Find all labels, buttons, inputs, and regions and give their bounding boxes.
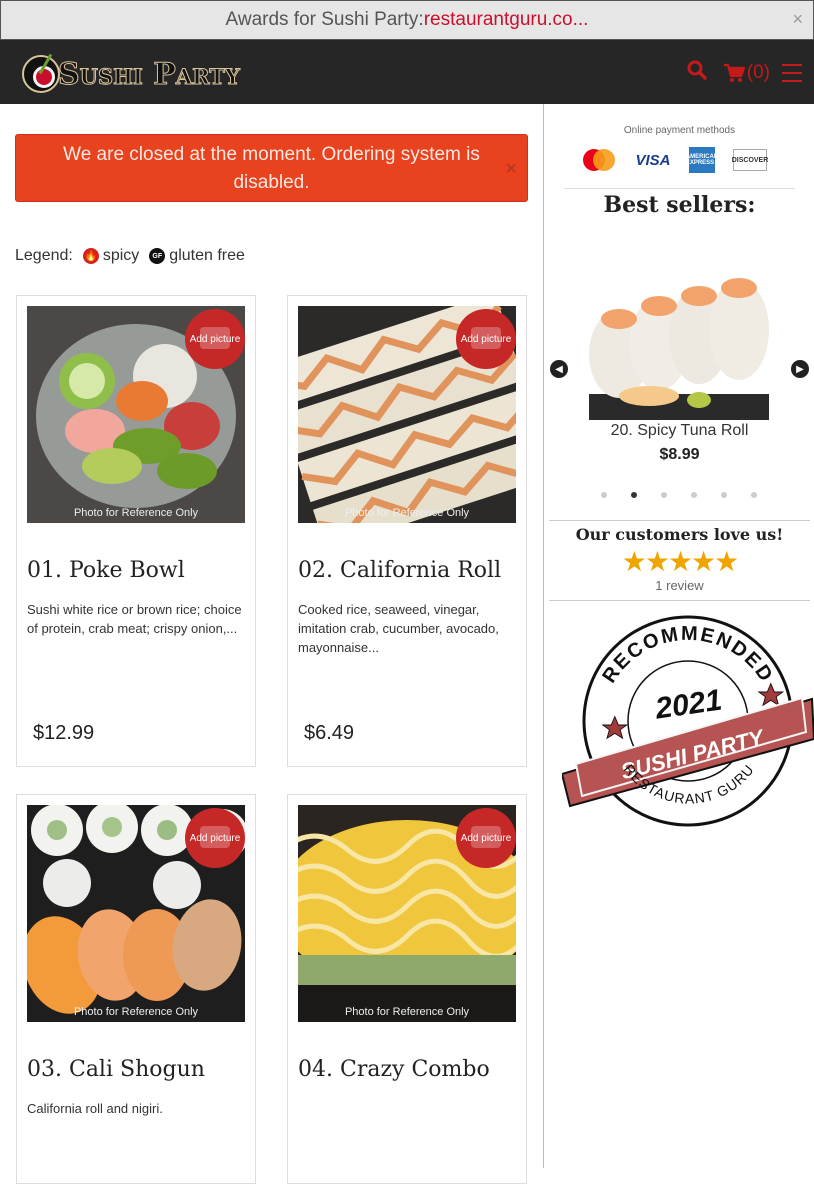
product-photo: Add picture Photo for Reference Only (27, 805, 245, 1022)
discover-icon: DISCOVER (732, 149, 768, 171)
site-header: Sushi Party (0) (0, 40, 814, 104)
product-card[interactable]: Add picture Photo for Reference Only 01.… (16, 295, 256, 767)
best-sellers-carousel: 20. Spicy Tuna Roll $8.99 ◀ ▶ (549, 230, 810, 509)
visa-icon: VISA (635, 151, 671, 169)
product-card[interactable]: Add picture Photo for Reference Only 04.… (287, 794, 527, 1184)
reference-note: Photo for Reference Only (73, 507, 199, 519)
restaurant-guru-badge[interactable]: RECOMMENDED 2021 SUSHI PARTY RESTAURANT … (560, 614, 814, 834)
divider (549, 520, 810, 521)
menu-icon[interactable] (782, 64, 802, 82)
best-sellers-title: Best sellers: (603, 192, 756, 218)
reviews-title: Our customers love us! (575, 525, 784, 544)
product-title[interactable]: 02. California Roll (298, 558, 501, 583)
product-price: $12.99 (33, 722, 95, 744)
add-picture-button[interactable]: Add picture (456, 808, 516, 868)
amex-icon: AMERICAN EXPRESS (686, 147, 718, 173)
product-description: Sushi white rice or brown rice; choice o… (27, 602, 242, 636)
legend: Legend: 🔥 spicy GF gluten free (15, 247, 245, 265)
mastercard-icon (581, 148, 617, 172)
award-text: Awards for Sushi Party: (225, 9, 424, 30)
logo-text: Sushi Party (58, 56, 241, 92)
reference-note: Photo for Reference Only (73, 1006, 199, 1018)
product-description: Cooked rice, seaweed, vinegar, imitation… (298, 602, 499, 655)
product-card[interactable]: Add picture Photo for Reference Only 02.… (287, 295, 527, 767)
logo[interactable]: Sushi Party (22, 54, 240, 94)
gluten-free-icon: GF (149, 248, 166, 264)
divider (564, 188, 795, 189)
flame-icon: 🔥 (82, 248, 99, 264)
review-count[interactable]: 1 review (544, 578, 814, 593)
search-icon[interactable] (687, 60, 707, 86)
award-banner: Awards for Sushi Party: restaurantguru.co… (0, 0, 814, 40)
product-photo: Add picture Photo for Reference Only (298, 306, 516, 523)
payment-methods-label: Online payment methods (623, 125, 736, 136)
award-link[interactable]: restaurantguru.co... (424, 9, 589, 31)
carousel-item-price: $8.99 (659, 446, 700, 463)
product-description: California roll and nigiri. (27, 1101, 163, 1116)
product-title[interactable]: 03. Cali Shogun (27, 1057, 205, 1082)
carousel-dot[interactable] (721, 492, 727, 498)
carousel-dot[interactable] (751, 492, 757, 498)
carousel-prev-button[interactable]: ◀ (550, 360, 568, 378)
star-rating: ★★★★★ (621, 546, 740, 577)
add-picture-button[interactable]: Add picture (185, 309, 245, 369)
legend-spicy: spicy (102, 247, 140, 264)
cart-icon (723, 63, 745, 82)
carousel-item-name[interactable]: 20. Spicy Tuna Roll (549, 422, 810, 440)
add-picture-button[interactable]: Add picture (456, 309, 516, 369)
divider (549, 600, 810, 601)
product-title[interactable]: 01. Poke Bowl (27, 558, 185, 583)
carousel-next-button[interactable]: ▶ (791, 360, 809, 378)
product-price: $6.49 (304, 722, 355, 744)
payment-methods: VISA AMERICAN EXPRESS DISCOVER (581, 147, 785, 173)
carousel-dot[interactable] (661, 492, 667, 498)
product-title[interactable]: 04. Crazy Combo (298, 1057, 490, 1082)
legend-gluten-free: gluten free (169, 247, 245, 264)
logo-icon (22, 55, 60, 93)
carousel-dots (601, 492, 781, 498)
product-card[interactable]: Add picture Photo for Reference Only 03.… (16, 794, 256, 1184)
closed-alert: We are closed at the moment. Ordering sy… (15, 134, 528, 202)
closed-alert-text: We are closed at the moment. Ordering sy… (63, 144, 480, 193)
carousel-item-photo[interactable] (589, 244, 769, 420)
add-picture-button[interactable]: Add picture (185, 808, 245, 868)
carousel-dot[interactable] (601, 492, 607, 498)
product-photo: Add picture Photo for Reference Only (27, 306, 245, 523)
menu-column: We are closed at the moment. Ordering sy… (0, 104, 543, 1184)
cart-button[interactable]: (0) (723, 62, 770, 84)
sidebar: Online payment methods VISA AMERICAN EXP… (543, 104, 814, 1168)
award-close-button[interactable]: × (792, 9, 803, 30)
reference-note: Photo for Reference Only (344, 1006, 470, 1018)
reference-note: Photo for Reference Only (344, 507, 470, 519)
carousel-dot[interactable] (631, 492, 637, 498)
cart-count: (0) (746, 62, 770, 83)
alert-close-button[interactable]: × (505, 155, 517, 183)
product-photo: Add picture Photo for Reference Only (298, 805, 516, 1022)
carousel-dot[interactable] (691, 492, 697, 498)
legend-label: Legend: (15, 247, 73, 264)
